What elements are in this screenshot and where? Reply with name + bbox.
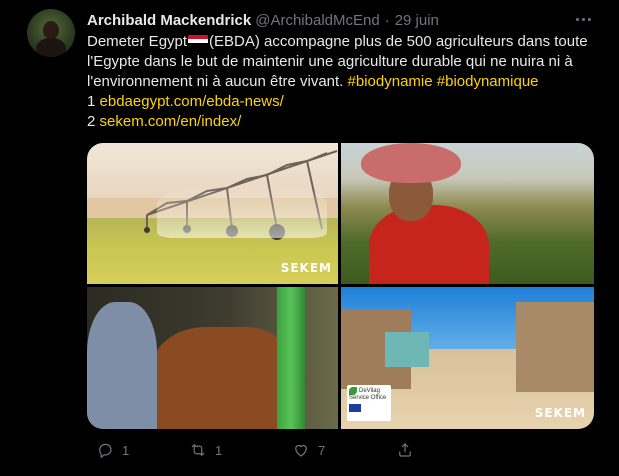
hashtag-biodynamie[interactable]: #biodynamie [348,73,433,90]
avatar-head [43,21,59,39]
egypt-flag-icon [188,35,209,47]
link-sekem[interactable]: sekem.com/en/index/ [100,113,242,130]
like-button[interactable]: 7 [292,441,325,459]
more-dots-icon [587,17,591,21]
tweet-text: Demeter Egypt (EBDA) accompagne plus de 5… [87,32,607,132]
photo-dress [369,205,489,284]
more-dots-icon [575,17,579,21]
heart-icon [295,444,307,457]
media-grid: SEKEM DeVilag Service Office SEKEM [87,143,594,429]
sekem-logo: SEKEM [280,261,332,275]
like-count: 7 [318,442,326,458]
tweet[interactable]: Archibald Mackendrick @ArchibaldMcEnd · … [0,0,619,476]
devilag-name: DeVilag [359,387,380,394]
author-handle[interactable]: @ArchibaldMcEnd [255,12,379,29]
link-ebdaegypt[interactable]: ebdaegypt.com/ebda-news/ [100,93,284,110]
devilag-subtitle: Service Office [349,395,387,401]
photo-man [87,302,157,429]
photo-cattle[interactable] [87,287,338,429]
text-segment: Demeter Egypt [87,33,188,50]
photo-wall-right [516,302,594,392]
photo-pipe [277,287,305,429]
reply-count: 1 [122,442,130,458]
devilag-logo: DeVilag Service Office [347,385,391,421]
hashtag-biodynamique[interactable]: #biodynamique [437,73,539,90]
photo-village[interactable]: DeVilag Service Office SEKEM [341,287,594,429]
share-button[interactable] [396,441,414,459]
text-segment: l'environnement ni à aucun être vivant. [87,73,344,90]
photo-cow [152,327,287,429]
more-dots-icon [581,17,585,21]
text-segment: (EBDA) accompagne plus de 500 agriculteu… [209,33,588,50]
tweet-date[interactable]: 29 juin [395,12,439,29]
sekem-logo: SEKEM [534,406,586,420]
photo-farmer[interactable] [341,143,594,284]
separator-dot: · [384,11,390,29]
retweet-button[interactable]: 1 [189,441,222,459]
share-icon [399,443,411,457]
tweet-header: Archibald Mackendrick @ArchibaldMcEnd · … [87,10,439,30]
photo-hat [361,143,461,183]
photo-door [385,332,429,367]
retweet-count: 1 [215,442,223,458]
text-line: l'Egypte dans le but de maintenir une ag… [87,53,573,70]
avatar-body [36,38,66,57]
text-line: l'environnement ni à aucun être vivant. … [87,72,607,92]
retweet-icon [191,443,205,457]
link-line: 1 ebdaegypt.com/ebda-news/ [87,92,607,112]
reply-icon [99,443,112,459]
link-number: 2 [87,113,96,130]
eu-flag-icon [349,404,361,412]
action-bar: 1 1 7 [96,441,596,463]
author-name[interactable]: Archibald Mackendrick [87,12,251,29]
link-line: 2 sekem.com/en/index/ [87,112,607,132]
avatar[interactable] [27,9,75,57]
leaf-icon [349,387,357,395]
more-options-button[interactable] [572,9,594,29]
link-number: 1 [87,93,96,110]
photo-irrigation[interactable]: SEKEM [87,143,338,284]
photo-spray [157,183,327,238]
reply-button[interactable]: 1 [96,441,129,459]
text-line: Demeter Egypt (EBDA) accompagne plus de 5… [87,32,607,52]
